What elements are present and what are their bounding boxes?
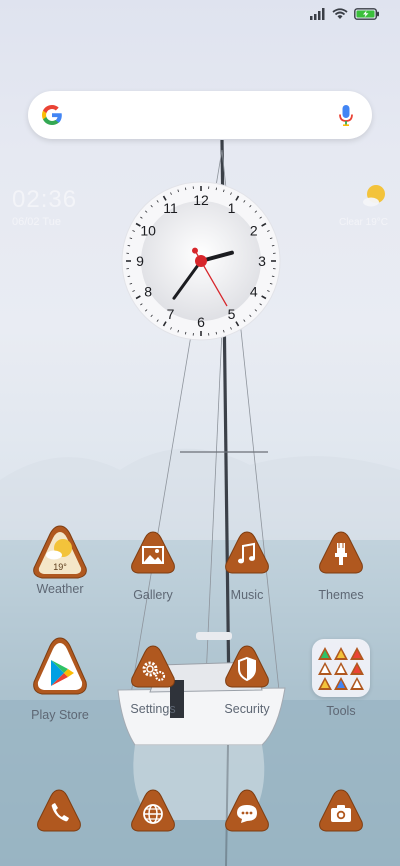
microphone-icon[interactable]	[338, 103, 354, 127]
clock-number: 10	[140, 223, 156, 239]
phone-icon	[35, 789, 83, 833]
dock-phone[interactable]	[14, 789, 104, 833]
dock-messages[interactable]	[202, 789, 292, 833]
app-settings[interactable]: Settings	[108, 645, 198, 716]
analog-clock-widget[interactable]: 121234567891011	[121, 181, 281, 341]
clock-tick	[271, 275, 275, 277]
music-app-icon	[217, 531, 277, 574]
app-label: Weather	[36, 582, 84, 596]
clock-number: 5	[228, 306, 236, 322]
clock-number: 4	[250, 284, 258, 300]
clock-tick	[185, 187, 187, 191]
clock-number: 6	[197, 314, 205, 330]
clock-number: 7	[167, 306, 175, 322]
app-weather[interactable]: 19° Weather	[15, 524, 105, 596]
clock-number: 11	[163, 200, 178, 216]
time-date-widget[interactable]: 02:36 06/02 Tue	[12, 186, 77, 228]
themes-app-icon	[311, 531, 371, 574]
clock-center	[195, 255, 207, 267]
time-display: 02:36	[12, 186, 78, 213]
play-store-icon	[30, 636, 90, 696]
clock-tick	[215, 331, 217, 335]
clock-tick	[127, 245, 131, 247]
browser-globe-icon	[129, 789, 177, 833]
date-display: 06/02 Tue	[12, 216, 61, 228]
app-label: Play Store	[31, 708, 89, 722]
app-label: Music	[230, 588, 264, 602]
app-label: Security	[224, 702, 270, 716]
clock-number: 1	[228, 200, 236, 216]
settings-app-icon	[123, 645, 183, 688]
clock-number: 12	[193, 192, 209, 208]
app-label: Themes	[318, 588, 364, 602]
messages-icon	[223, 789, 271, 833]
weather-app-icon: 19°	[30, 524, 90, 579]
app-security[interactable]: Security	[202, 645, 292, 716]
app-themes[interactable]: Themes	[296, 531, 386, 602]
weather-temp: 19°	[53, 562, 67, 572]
gallery-app-icon	[123, 531, 183, 574]
app-music[interactable]: Music	[202, 531, 292, 602]
battery-charging-icon	[354, 8, 379, 20]
clock-tick	[127, 275, 131, 277]
app-label: Settings	[130, 702, 176, 716]
clock-number: 2	[250, 223, 258, 239]
weather-widget[interactable]: Clear 19°C	[339, 184, 388, 228]
app-play-store[interactable]: Play Store	[15, 636, 105, 722]
dock-camera[interactable]	[296, 789, 386, 833]
clock-tick	[271, 245, 275, 247]
clock-tick	[215, 187, 217, 191]
clock-number: 8	[144, 284, 152, 300]
google-search-bar[interactable]	[28, 91, 372, 139]
signal-bars-icon	[310, 8, 325, 20]
wifi-icon	[332, 8, 348, 19]
status-bar	[310, 8, 380, 20]
clock-number: 9	[136, 253, 144, 269]
camera-icon	[317, 789, 365, 833]
clock-tick	[185, 331, 187, 335]
app-tools-folder[interactable]: Tools	[296, 639, 386, 718]
security-app-icon	[217, 645, 277, 688]
clock-number: 3	[258, 253, 266, 269]
app-label: Tools	[326, 704, 356, 718]
tools-folder-icon	[312, 639, 370, 697]
app-gallery[interactable]: Gallery	[108, 531, 198, 602]
app-label: Gallery	[133, 588, 173, 602]
google-g-icon	[42, 105, 62, 125]
sun-cloud-icon	[363, 185, 385, 207]
dock-browser[interactable]	[108, 789, 198, 833]
weather-text: Clear 19°C	[338, 217, 388, 228]
